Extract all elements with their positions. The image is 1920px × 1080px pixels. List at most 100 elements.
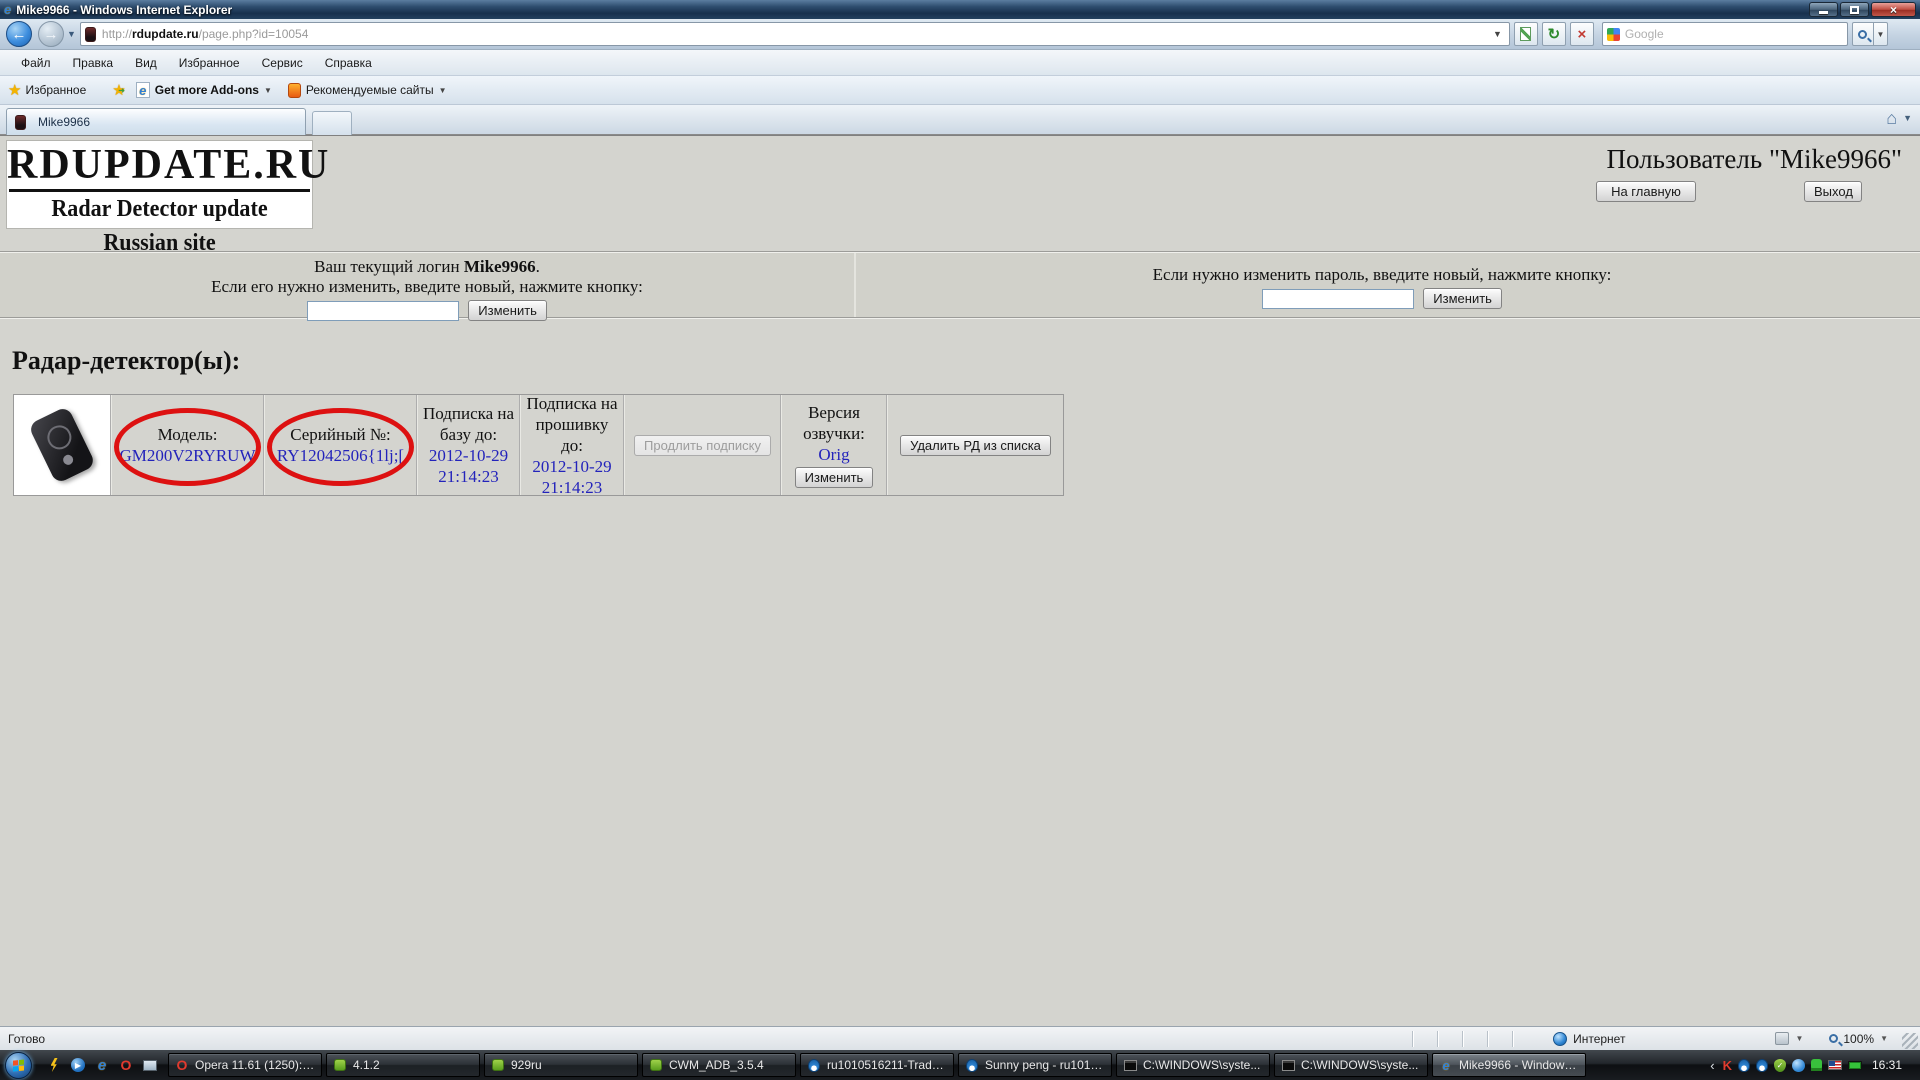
minimize-button[interactable] [1809,2,1838,17]
serial-label: Серийный №: [290,424,391,445]
back-button[interactable]: ← [6,21,32,47]
logout-button[interactable]: Выход [1804,181,1862,202]
screen: e Mike9966 - Windows Internet Explorer ×… [0,0,1920,1080]
menu-bar: Файл Правка Вид Избранное Сервис Справка [0,50,1920,76]
tray-overflow-arrow[interactable]: ‹ [1710,1058,1714,1073]
menu-favorites[interactable]: Избранное [168,53,251,73]
android-icon [650,1059,662,1071]
robot-icon[interactable] [1811,1059,1822,1071]
address-dropdown-icon[interactable]: ▼ [1490,29,1505,39]
quick-launch: ▶ e O [46,1057,158,1073]
account-settings-strip: Ваш текущий логин Mike9966. Если его нуж… [0,251,1920,319]
addons-doc-icon: e [136,82,150,98]
zoom-dropdown-icon[interactable]: ▼ [1880,1034,1888,1043]
db-subscription-time: 21:14:23 [438,466,498,487]
windows-logo-icon [13,1059,25,1072]
logo-subtitle: Radar Detector update Russian site [19,192,300,260]
protected-mode-control[interactable]: ▼ [1775,1032,1803,1045]
shield-check-icon[interactable]: ✓ [1774,1059,1786,1072]
ie-icon[interactable]: e [94,1057,110,1073]
site-favicon-icon [85,27,96,42]
menu-tools[interactable]: Сервис [251,53,314,73]
login-section: Ваш текущий логин Mike9966. Если его нуж… [0,253,854,317]
taskbar-button-412[interactable]: 4.1.2 [326,1053,480,1077]
search-options-dropdown[interactable]: ▼ [1874,22,1888,46]
compatibility-view-button[interactable] [1514,22,1538,46]
refresh-button[interactable]: ↻ [1542,22,1566,46]
refresh-icon: ↻ [1548,27,1561,42]
battery-icon[interactable] [1848,1061,1862,1070]
fw-subscription-date: 2012-10-29 [532,456,611,477]
history-dropdown-icon[interactable]: ▼ [67,29,76,39]
menu-help[interactable]: Справка [314,53,383,73]
search-box[interactable] [1602,22,1848,46]
search-input[interactable] [1625,27,1843,41]
media-player-icon[interactable]: ▶ [70,1057,86,1073]
close-button[interactable]: × [1871,2,1916,17]
forward-button[interactable]: → [38,21,64,47]
suggested-sites-icon [288,83,301,98]
home-button[interactable]: ⌂ [1886,109,1897,127]
taskbar-button-cmd1[interactable]: C:\WINDOWS\syste... [1116,1053,1270,1077]
globe-icon[interactable] [1792,1059,1805,1072]
new-password-input[interactable] [1262,289,1414,309]
taskbar-button-ie-active[interactable]: eMike9966 - Windows ... [1432,1053,1586,1077]
addons-dropdown-icon[interactable]: ▼ [264,86,272,95]
keyboard-flag-icon[interactable] [1828,1060,1842,1070]
security-zone: Интернет [1553,1032,1625,1046]
taskbar-button-opera[interactable]: OOpera 11.61 (1250): ... [168,1053,322,1077]
detector-photo [14,395,111,495]
taskbar-clock: 16:31 [1872,1058,1902,1072]
logo-title: RDUPDATE.RU [7,141,312,189]
new-tab-button[interactable] [312,111,352,135]
zoom-control[interactable]: 100% ▼ [1829,1032,1888,1046]
add-favorite-icon[interactable]: ★ [112,81,125,99]
detector-table: Модель: GM200V2RYRUW Серийный №: RY12042… [13,394,1064,496]
url-path: /page.php?id=10054 [199,27,309,41]
lightning-icon[interactable] [46,1057,62,1073]
internet-zone-icon [1553,1032,1567,1046]
protected-mode-icon [1775,1032,1789,1045]
qq-blue-icon[interactable] [1738,1059,1750,1072]
favorites-button[interactable]: Избранное [25,83,86,97]
protected-mode-dropdown-icon[interactable]: ▼ [1795,1034,1803,1043]
delete-detector-button[interactable]: Удалить РД из списка [900,435,1051,456]
password-section: Если нужно изменить пароль, введите новы… [854,253,1908,317]
taskbar: ▶ e O OOpera 11.61 (1250): ... 4.1.2 929… [0,1050,1920,1080]
taskbar-button-929ru[interactable]: 929ru [484,1053,638,1077]
start-button[interactable] [5,1052,32,1079]
resize-grip [1902,1033,1918,1049]
go-home-button[interactable]: На главную [1596,181,1696,202]
get-addons-button[interactable]: Get more Add-ons [155,83,259,97]
qq-blue-icon[interactable] [1756,1059,1768,1072]
taskbar-button-sunny-peng[interactable]: Sunny peng - ru1010... [958,1053,1112,1077]
status-separator [1512,1031,1513,1047]
task-buttons: OOpera 11.61 (1250): ... 4.1.2 929ru CWM… [168,1052,1704,1078]
cmd-icon [1124,1060,1137,1071]
tab-mike9966[interactable]: Mike9966 [6,108,306,135]
stop-button[interactable]: × [1570,22,1594,46]
show-desktop-icon[interactable] [142,1057,158,1073]
taskbar-button-cmd2[interactable]: C:\WINDOWS\syste... [1274,1053,1428,1077]
home-dropdown-icon[interactable]: ▼ [1903,113,1912,123]
compatibility-icon [1520,27,1531,41]
new-login-input[interactable] [307,301,459,321]
taskbar-button-cwm-adb[interactable]: CWM_ADB_3.5.4 [642,1053,796,1077]
status-separator [1437,1031,1438,1047]
current-login-line: Ваш текущий логин Mike9966. [0,257,854,277]
kaspersky-icon[interactable]: K [1723,1059,1732,1072]
ie-small-icon: e [139,84,146,97]
menu-edit[interactable]: Правка [62,53,125,73]
maximize-button[interactable] [1840,2,1869,17]
opera-icon[interactable]: O [118,1057,134,1073]
address-bar[interactable]: http://rdupdate.ru/page.php?id=10054 ▼ [80,22,1510,46]
suggested-sites-dropdown-icon[interactable]: ▼ [439,86,447,95]
change-login-button[interactable]: Изменить [468,300,547,321]
change-password-button[interactable]: Изменить [1423,288,1502,309]
suggested-sites-button[interactable]: Рекомендуемые сайты [306,83,434,97]
search-go-button[interactable] [1852,22,1874,46]
change-voice-button[interactable]: Изменить [795,467,874,488]
menu-file[interactable]: Файл [10,53,62,73]
menu-view[interactable]: Вид [124,53,168,73]
taskbar-button-trade[interactable]: ru1010516211-Trade... [800,1053,954,1077]
